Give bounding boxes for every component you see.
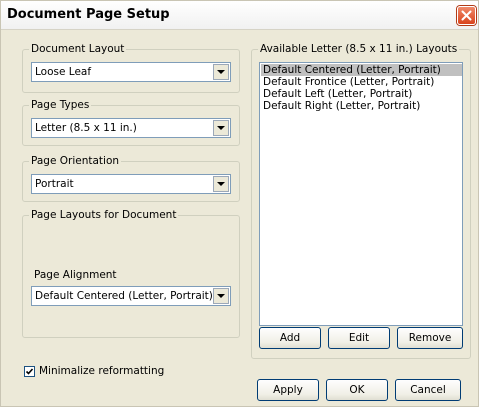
chevron-down-icon xyxy=(217,126,225,130)
remove-layout-button[interactable]: Remove xyxy=(397,327,463,349)
chevron-down-icon xyxy=(217,294,225,298)
page-alignment-dropdown-button[interactable] xyxy=(213,288,229,304)
page-orientation-dropdown-button[interactable] xyxy=(213,176,229,192)
document-layout-select[interactable]: Loose Leaf xyxy=(31,62,231,82)
page-layouts-legend: Page Layouts for Document xyxy=(29,208,179,222)
page-orientation-group: Page Orientation Portrait xyxy=(22,154,240,202)
add-layout-button[interactable]: Add xyxy=(259,327,321,349)
page-orientation-select[interactable]: Portrait xyxy=(31,174,231,194)
list-item[interactable]: Default Left (Letter, Portrait) xyxy=(261,88,461,100)
list-item[interactable]: Default Centered (Letter, Portrait) xyxy=(261,64,462,76)
checkmark-icon xyxy=(25,368,34,375)
minimize-reformatting-checkbox[interactable] xyxy=(24,366,35,377)
document-layout-legend: Document Layout xyxy=(29,42,127,56)
title-bar[interactable]: Document Page Setup xyxy=(1,1,478,30)
list-item[interactable]: Default Right (Letter, Portrait) xyxy=(261,100,461,112)
page-layouts-group: Page Layouts for Document Page Alignment… xyxy=(22,208,240,338)
cancel-button[interactable]: Cancel xyxy=(395,379,461,401)
window-title: Document Page Setup xyxy=(7,7,170,22)
page-types-group: Page Types Letter (8.5 x 11 in.) xyxy=(22,98,240,146)
chevron-down-icon xyxy=(217,182,225,186)
edit-layout-button[interactable]: Edit xyxy=(328,327,390,349)
available-layouts-list[interactable]: Default Centered (Letter, Portrait) Defa… xyxy=(259,62,463,326)
page-alignment-value: Default Centered (Letter, Portrait) xyxy=(35,290,213,302)
ok-button[interactable]: OK xyxy=(326,379,388,401)
close-button[interactable] xyxy=(457,6,476,25)
document-layout-dropdown-button[interactable] xyxy=(213,64,229,80)
page-alignment-label: Page Alignment xyxy=(34,269,117,281)
page-orientation-value: Portrait xyxy=(35,178,74,190)
chevron-down-icon xyxy=(217,70,225,74)
available-layouts-group: Available Letter (8.5 x 11 in.) Layouts … xyxy=(251,42,471,359)
page-types-select[interactable]: Letter (8.5 x 11 in.) xyxy=(31,118,231,138)
page-types-legend: Page Types xyxy=(29,98,92,112)
page-types-dropdown-button[interactable] xyxy=(213,120,229,136)
apply-button[interactable]: Apply xyxy=(257,379,319,401)
page-types-value: Letter (8.5 x 11 in.) xyxy=(35,122,137,134)
list-item[interactable]: Default Frontice (Letter, Portrait) xyxy=(261,76,461,88)
document-layout-group: Document Layout Loose Leaf xyxy=(22,42,240,93)
minimize-reformatting-label[interactable]: Minimalize reformatting xyxy=(39,364,164,378)
close-icon xyxy=(461,10,472,21)
available-layouts-legend: Available Letter (8.5 x 11 in.) Layouts xyxy=(258,42,460,56)
page-orientation-legend: Page Orientation xyxy=(29,154,122,168)
document-layout-value: Loose Leaf xyxy=(35,66,92,78)
document-page-setup-dialog: Document Page Setup Document Layout Loos… xyxy=(0,0,479,407)
page-alignment-select[interactable]: Default Centered (Letter, Portrait) xyxy=(31,286,231,306)
